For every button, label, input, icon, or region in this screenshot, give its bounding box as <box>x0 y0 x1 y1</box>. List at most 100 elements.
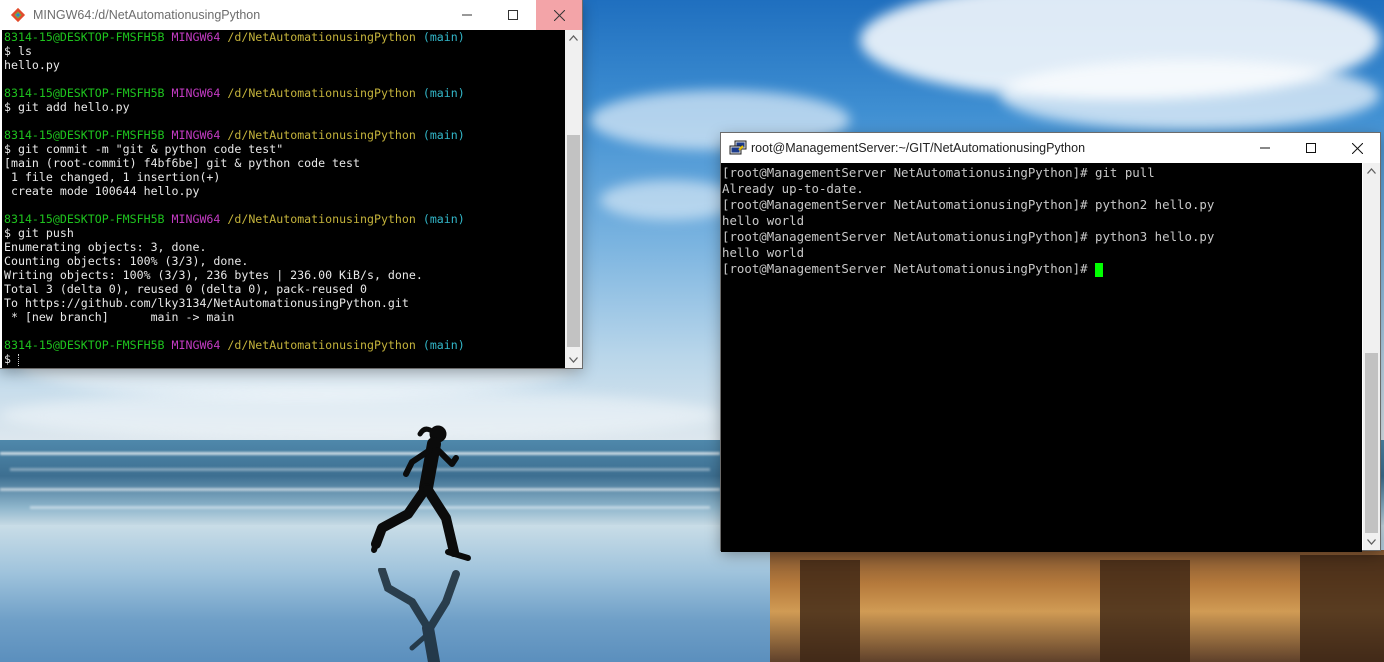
output-text: create mode 100644 hello.py <box>4 184 200 198</box>
prompt-env: MINGW64 <box>171 338 221 352</box>
output-line: $ <box>4 352 566 366</box>
prompt-line: 8314-15@DESKTOP-FMSFH5B MINGW64 /d/NetAu… <box>4 128 566 142</box>
output-line: [main (root-commit) f4bf6be] git & pytho… <box>4 156 566 170</box>
output-line: Writing objects: 100% (3/3), 236 bytes |… <box>4 268 566 282</box>
close-icon <box>553 9 565 21</box>
prompt-branch: (main) <box>422 128 465 142</box>
git-diamond-icon <box>10 7 26 23</box>
rock-reflection <box>770 550 1384 662</box>
minimize-button[interactable] <box>444 0 490 30</box>
prompt-env: MINGW64 <box>171 30 221 44</box>
output-line: Enumerating objects: 3, done. <box>4 240 566 254</box>
putty-terminal[interactable]: [root@ManagementServer NetAutomationusin… <box>721 163 1362 552</box>
chevron-down-icon <box>569 357 578 363</box>
output-text: * [new branch] main -> main <box>4 310 235 324</box>
putty-output-line: hello world <box>722 245 1362 261</box>
putty-output-line: [root@ManagementServer NetAutomationusin… <box>722 261 1362 277</box>
prompt-branch: (main) <box>422 338 465 352</box>
output-text: hello.py <box>4 58 60 72</box>
prompt-branch: (main) <box>422 30 465 44</box>
maximize-icon <box>1306 143 1316 153</box>
output-text: $ git commit -m "git & python code test" <box>4 142 284 156</box>
git-bash-titlebar[interactable]: MINGW64:/d/NetAutomationusingPython <box>0 0 582 30</box>
putty-output-line: Already up-to-date. <box>722 181 1362 197</box>
output-text: $ <box>4 352 18 366</box>
minimize-button[interactable] <box>1242 133 1288 163</box>
output-text: Enumerating objects: 3, done. <box>4 240 207 254</box>
prompt-user-host: 8314-15@DESKTOP-FMSFH5B <box>4 338 165 352</box>
output-text: Writing objects: 100% (3/3), 236 bytes |… <box>4 268 423 282</box>
minimize-icon <box>462 14 472 16</box>
prompt-env: MINGW64 <box>171 128 221 142</box>
putty-output-line: hello world <box>722 213 1362 229</box>
runner-silhouette <box>371 425 471 561</box>
scroll-thumb[interactable] <box>1365 353 1378 533</box>
close-button[interactable] <box>536 0 582 30</box>
block-cursor <box>1095 262 1103 277</box>
prompt-line: 8314-15@DESKTOP-FMSFH5B MINGW64 /d/NetAu… <box>4 30 566 44</box>
rock-shadow <box>1300 555 1384 662</box>
putty-scrollbar[interactable] <box>1363 163 1380 550</box>
window-title: root@ManagementServer:~/GIT/NetAutomatio… <box>751 141 1086 155</box>
putty-titlebar[interactable]: root@ManagementServer:~/GIT/NetAutomatio… <box>721 133 1380 163</box>
output-text: [main (root-commit) f4bf6be] git & pytho… <box>4 156 360 170</box>
prompt-line: 8314-15@DESKTOP-FMSFH5B MINGW64 /d/NetAu… <box>4 338 566 352</box>
output-line: hello.py <box>4 58 566 72</box>
prompt-user-host: 8314-15@DESKTOP-FMSFH5B <box>4 30 165 44</box>
putty-line-text: [root@ManagementServer NetAutomationusin… <box>722 197 1215 212</box>
output-line: $ git commit -m "git & python code test" <box>4 142 566 156</box>
git-bash-terminal[interactable]: 8314-15@DESKTOP-FMSFH5B MINGW64 /d/NetAu… <box>2 30 566 368</box>
maximize-button[interactable] <box>490 0 536 30</box>
git-bash-scrollbar[interactable] <box>565 30 582 368</box>
putty-icon <box>729 140 747 156</box>
maximize-icon <box>508 10 518 20</box>
prompt-env: MINGW64 <box>171 212 221 226</box>
putty-window[interactable]: root@ManagementServer:~/GIT/NetAutomatio… <box>721 133 1380 552</box>
git-bash-window[interactable]: MINGW64:/d/NetAutomationusingPython 8314… <box>0 0 582 368</box>
output-text: $ ls <box>4 44 32 58</box>
putty-output-line: [root@ManagementServer NetAutomationusin… <box>722 229 1362 245</box>
output-text: $ git push <box>4 226 74 240</box>
scroll-up-button[interactable] <box>565 30 582 46</box>
output-line: * [new branch] main -> main <box>4 310 566 324</box>
text-cursor <box>17 353 20 366</box>
prompt-branch: (main) <box>422 86 465 100</box>
scroll-down-button[interactable] <box>565 352 582 368</box>
minimize-icon <box>1260 147 1270 149</box>
rock-shadow <box>800 560 860 662</box>
chevron-up-icon <box>1367 168 1376 174</box>
output-text: Counting objects: 100% (3/3), done. <box>4 254 249 268</box>
prompt-path: /d/NetAutomationusingPython <box>227 128 416 142</box>
close-icon <box>1351 142 1363 154</box>
output-line: $ ls <box>4 44 566 58</box>
prompt-user-host: 8314-15@DESKTOP-FMSFH5B <box>4 212 165 226</box>
output-text: Total 3 (delta 0), reused 0 (delta 0), p… <box>4 282 367 296</box>
close-button[interactable] <box>1334 133 1380 163</box>
output-line: create mode 100644 hello.py <box>4 184 566 198</box>
rock-shadow <box>1100 560 1190 662</box>
prompt-path: /d/NetAutomationusingPython <box>227 212 416 226</box>
scroll-down-button[interactable] <box>1363 534 1380 550</box>
prompt-user-host: 8314-15@DESKTOP-FMSFH5B <box>4 128 165 142</box>
chevron-down-icon <box>1367 539 1376 545</box>
putty-line-text: Already up-to-date. <box>722 181 864 196</box>
prompt-path: /d/NetAutomationusingPython <box>227 86 416 100</box>
maximize-button[interactable] <box>1288 133 1334 163</box>
output-line: 1 file changed, 1 insertion(+) <box>4 170 566 184</box>
prompt-path: /d/NetAutomationusingPython <box>227 338 416 352</box>
output-line: To https://github.com/lky3134/NetAutomat… <box>4 296 566 310</box>
scroll-up-button[interactable] <box>1363 163 1380 179</box>
cloud <box>1000 60 1380 130</box>
putty-line-text: hello world <box>722 213 805 228</box>
prompt-user-host: 8314-15@DESKTOP-FMSFH5B <box>4 86 165 100</box>
output-line: $ git push <box>4 226 566 240</box>
scroll-thumb[interactable] <box>567 135 580 347</box>
chevron-up-icon <box>569 35 578 41</box>
output-line: $ git add hello.py <box>4 100 566 114</box>
output-text: To https://github.com/lky3134/NetAutomat… <box>4 296 409 310</box>
output-text: $ git add hello.py <box>4 100 130 114</box>
